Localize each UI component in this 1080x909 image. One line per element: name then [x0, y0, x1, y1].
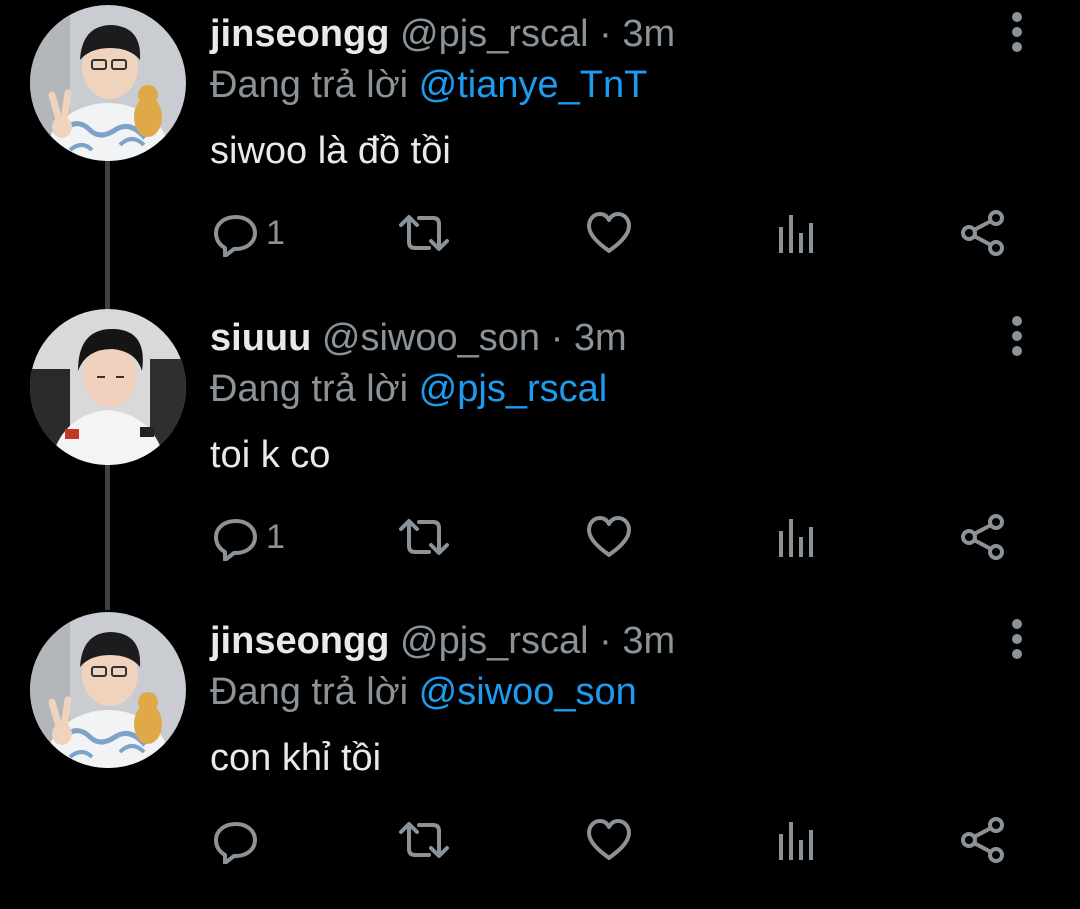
- tweet[interactable]: jinseongg @pjs_rscal · 3m Đang trả lời @…: [0, 607, 1080, 909]
- replying-to: Đang trả lời @tianye_TnT: [210, 60, 647, 110]
- reply-icon: [214, 822, 257, 864]
- reply-button[interactable]: 1: [212, 208, 285, 258]
- avatar[interactable]: [30, 309, 186, 465]
- retweet-button[interactable]: [397, 815, 451, 865]
- display-name[interactable]: siuuu: [210, 317, 311, 359]
- replying-to-label: Đang trả lời: [210, 671, 419, 713]
- reply-icon: [214, 215, 257, 257]
- share-button[interactable]: [960, 815, 1006, 865]
- replying-to-label: Đang trả lời: [210, 368, 419, 410]
- share-icon: [961, 514, 1004, 560]
- more-vertical-icon: [1012, 316, 1022, 356]
- handle[interactable]: @siwoo_son: [322, 317, 540, 359]
- more-button[interactable]: [1002, 615, 1032, 663]
- avatar[interactable]: [30, 5, 186, 161]
- timestamp[interactable]: 3m: [574, 317, 627, 359]
- share-button[interactable]: [960, 512, 1006, 562]
- share-icon: [961, 210, 1004, 256]
- tweet[interactable]: siuuu @siwoo_son · 3m Đang trả lời @pjs_…: [0, 304, 1080, 606]
- avatar[interactable]: [30, 612, 186, 768]
- like-button[interactable]: [585, 208, 633, 258]
- stats-icon: [779, 519, 813, 557]
- tweet-text: siwoo là đồ tồi: [210, 130, 451, 172]
- reply-icon: [214, 519, 257, 561]
- retweet-icon: [399, 519, 449, 555]
- stats-icon: [779, 215, 813, 253]
- replying-to: Đang trả lời @pjs_rscal: [210, 364, 607, 414]
- tweet-text: con khỉ tồi: [210, 737, 382, 779]
- reply-button[interactable]: 1: [212, 512, 285, 562]
- more-vertical-icon: [1012, 619, 1022, 659]
- more-vertical-icon: [1012, 12, 1022, 52]
- stats-button[interactable]: [776, 208, 816, 258]
- separator: ·: [588, 13, 623, 55]
- retweet-button[interactable]: [397, 208, 451, 258]
- mention-link[interactable]: @siwoo_son: [419, 671, 637, 713]
- reply-count: 1: [266, 517, 285, 556]
- more-button[interactable]: [1002, 312, 1032, 360]
- replying-to: Đang trả lời @siwoo_son: [210, 667, 637, 717]
- reply-count: 1: [266, 213, 285, 252]
- stats-button[interactable]: [776, 815, 816, 865]
- like-button[interactable]: [585, 512, 633, 562]
- tweet-header: jinseongg @pjs_rscal · 3m: [210, 9, 675, 59]
- like-button[interactable]: [585, 815, 633, 865]
- share-icon: [961, 817, 1004, 863]
- stats-button[interactable]: [776, 512, 816, 562]
- mention-link[interactable]: @pjs_rscal: [419, 368, 608, 410]
- display-name[interactable]: jinseongg: [210, 13, 389, 55]
- tweet-text: toi k co: [210, 434, 331, 476]
- mention-link[interactable]: @tianye_TnT: [419, 64, 648, 106]
- heart-icon: [587, 212, 631, 253]
- tweet-header: jinseongg @pjs_rscal · 3m: [210, 616, 675, 666]
- timestamp[interactable]: 3m: [622, 620, 675, 662]
- retweet-icon: [399, 822, 449, 858]
- heart-icon: [587, 516, 631, 557]
- handle[interactable]: @pjs_rscal: [400, 13, 589, 55]
- share-button[interactable]: [960, 208, 1006, 258]
- stats-icon: [779, 822, 813, 860]
- replying-to-label: Đang trả lời: [210, 64, 419, 106]
- retweet-icon: [399, 215, 449, 251]
- reply-button[interactable]: [212, 815, 266, 865]
- heart-icon: [587, 819, 631, 860]
- timestamp[interactable]: 3m: [622, 13, 675, 55]
- separator: ·: [540, 317, 574, 359]
- display-name[interactable]: jinseongg: [210, 620, 389, 662]
- separator: ·: [588, 620, 623, 662]
- handle[interactable]: @pjs_rscal: [400, 620, 589, 662]
- retweet-button[interactable]: [397, 512, 451, 562]
- more-button[interactable]: [1002, 8, 1032, 56]
- tweet-header: siuuu @siwoo_son · 3m: [210, 313, 627, 363]
- tweet[interactable]: jinseongg @pjs_rscal · 3m Đang trả lời @…: [0, 0, 1080, 302]
